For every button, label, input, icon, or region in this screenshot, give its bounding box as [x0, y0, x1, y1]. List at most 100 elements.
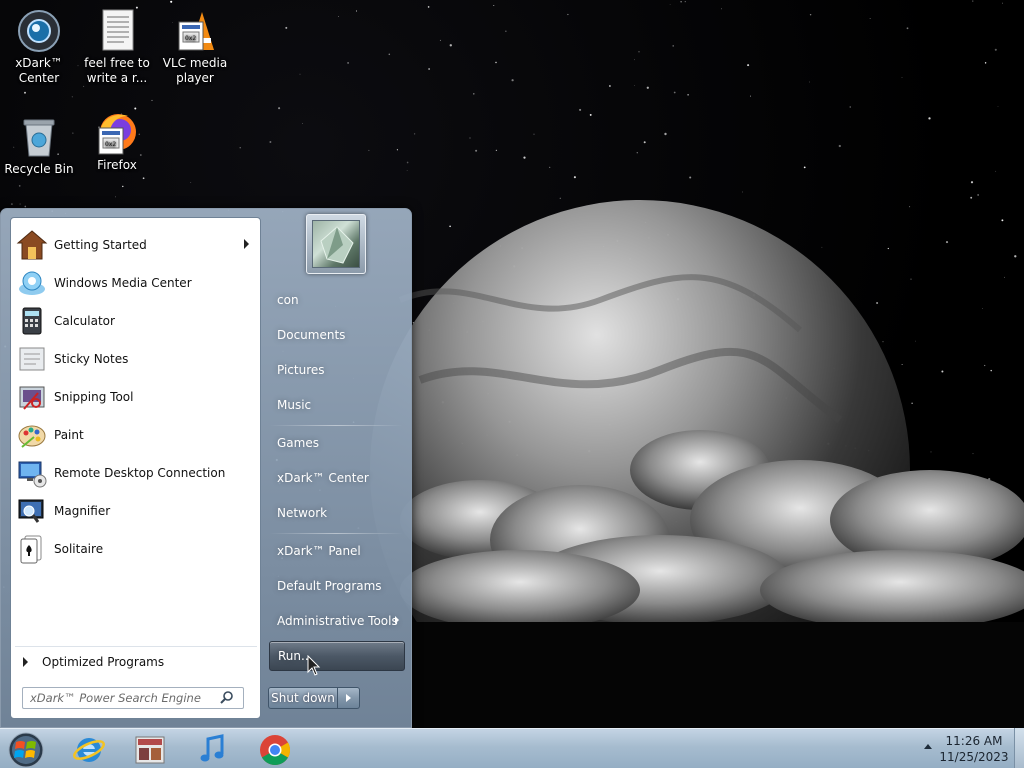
star	[687, 94, 689, 96]
star	[355, 10, 358, 12]
star	[406, 161, 409, 164]
star	[882, 341, 884, 343]
desktop-icon-label: VLC media player	[162, 56, 228, 85]
star	[994, 48, 997, 51]
program-snipping-tool[interactable]: Snipping Tool	[14, 379, 258, 415]
star	[449, 44, 452, 47]
star	[549, 166, 551, 169]
star	[887, 247, 889, 250]
administrative-tools-item[interactable]: Administrative Tools	[269, 606, 405, 636]
star	[741, 191, 743, 193]
magnifier-icon	[16, 495, 48, 527]
star	[493, 5, 495, 7]
star	[684, 1, 686, 3]
games-item[interactable]: Games	[269, 428, 405, 458]
clock-date: 11/25/2023	[939, 750, 1009, 764]
submenu-arrow-icon	[395, 616, 399, 624]
taskbar-clock[interactable]: 11:26 AM 11/25/2023	[936, 733, 1012, 765]
snipping-tool-icon	[16, 381, 48, 413]
star	[71, 96, 73, 98]
paint-icon	[16, 419, 48, 451]
shutdown-options-button[interactable]	[338, 687, 360, 709]
getting-started-icon	[16, 229, 48, 261]
internet-explorer-icon	[73, 738, 105, 762]
xdark-panel-item[interactable]: xDark™ Panel	[269, 536, 405, 566]
star	[473, 93, 475, 95]
taskbar-chrome[interactable]	[244, 731, 304, 767]
program-paint[interactable]: Paint	[14, 417, 258, 453]
mouse-pointer-icon	[307, 654, 321, 680]
solitaire-icon	[16, 533, 48, 565]
submenu-arrow-icon	[244, 239, 249, 249]
star	[906, 27, 909, 30]
program-calculator[interactable]: Calculator	[14, 303, 258, 339]
taskbar-internet-explorer[interactable]	[58, 731, 118, 767]
desktop-icon-xdark-center[interactable]: xDark™ Center	[0, 8, 78, 86]
show-desktop-button[interactable]	[1014, 728, 1024, 768]
star	[972, 453, 974, 455]
program-magnifier[interactable]: Magnifier	[14, 493, 258, 529]
start-button[interactable]	[4, 730, 48, 768]
desktop-icon-recycle-bin[interactable]: Recycle Bin	[0, 114, 78, 177]
program-label: Windows Media Center	[54, 276, 192, 290]
star	[638, 51, 640, 53]
music-item[interactable]: Music	[269, 390, 405, 420]
program-sticky-notes[interactable]: Sticky Notes	[14, 341, 258, 377]
desktop-icon-label: Firefox	[97, 158, 137, 172]
star	[643, 141, 646, 144]
optimized-programs-button[interactable]: Optimized Programs	[15, 646, 257, 676]
star	[838, 144, 841, 148]
show-hidden-icons-button[interactable]	[924, 744, 932, 749]
star	[439, 39, 441, 41]
star	[689, 176, 692, 179]
search-icon[interactable]	[219, 690, 235, 706]
star	[368, 149, 370, 151]
shut-down-button[interactable]: Shut down	[268, 687, 338, 709]
star	[1002, 2, 1003, 4]
star	[672, 45, 674, 47]
star	[673, 91, 676, 94]
star	[347, 61, 350, 64]
star	[567, 13, 569, 16]
user-folder-item[interactable]: con	[269, 285, 405, 315]
desktop-icon-vlc[interactable]: 0x2 VLC media player	[156, 8, 234, 86]
program-label: Paint	[54, 428, 84, 442]
text-document-icon	[94, 8, 140, 54]
taskbar-itunes[interactable]	[182, 731, 242, 767]
desktop-icon-text-document[interactable]: feel free to write a r...	[78, 8, 156, 86]
run-item[interactable]: Run...	[269, 641, 405, 671]
star	[634, 59, 635, 61]
star	[977, 194, 979, 196]
program-label: Calculator	[54, 314, 115, 328]
pictures-item[interactable]: Pictures	[269, 355, 405, 385]
start-search-input[interactable]	[23, 689, 219, 707]
default-programs-item[interactable]: Default Programs	[269, 571, 405, 601]
desktop-icon-firefox[interactable]: 0x2 Firefox	[78, 110, 156, 173]
user-picture[interactable]	[306, 214, 366, 274]
star	[413, 133, 416, 135]
star	[151, 99, 153, 101]
program-remote-desktop[interactable]: Remote Desktop Connection	[14, 455, 258, 491]
remote-desktop-icon	[16, 457, 48, 489]
program-label: Magnifier	[54, 504, 111, 518]
star	[428, 68, 430, 70]
star	[285, 26, 288, 29]
xdark-center-item[interactable]: xDark™ Center	[269, 463, 405, 493]
star	[803, 166, 806, 169]
star	[475, 149, 478, 152]
star	[122, 185, 124, 188]
documents-item[interactable]: Documents	[269, 320, 405, 350]
star	[941, 370, 944, 373]
program-getting-started[interactable]: Getting Started	[14, 227, 258, 263]
start-menu: Getting Started Windows Media Center Cal…	[0, 208, 412, 728]
program-windows-media-center[interactable]: Windows Media Center	[14, 265, 258, 301]
star	[747, 64, 750, 67]
star	[388, 53, 391, 56]
star	[505, 30, 507, 32]
star	[239, 147, 241, 149]
program-solitaire[interactable]: Solitaire	[14, 531, 258, 567]
taskbar-media-app[interactable]	[120, 731, 180, 767]
svg-text:0x2: 0x2	[105, 141, 116, 148]
star	[579, 108, 582, 111]
network-item[interactable]: Network	[269, 498, 405, 528]
